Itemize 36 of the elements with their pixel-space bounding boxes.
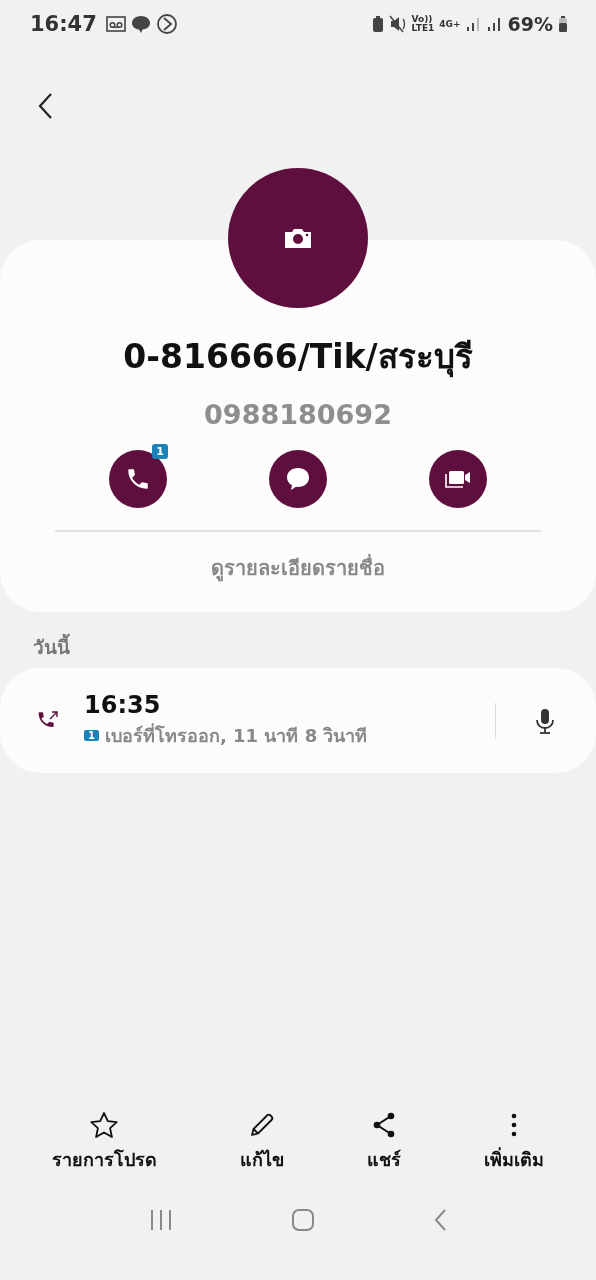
voicemail-icon	[105, 16, 126, 32]
call-time: 16:35	[84, 691, 162, 719]
chat-bubble-icon	[284, 465, 312, 493]
phone-icon	[125, 466, 151, 492]
network-label: 4G+	[439, 19, 461, 29]
edit-button[interactable]: แก้ไข	[239, 1111, 284, 1174]
chat-bubble-icon	[130, 14, 151, 34]
recent-apps-icon[interactable]	[149, 1209, 173, 1231]
signal-icon	[465, 16, 482, 32]
call-log-item[interactable]: 16:35 1 เบอร์ที่โทรออก, 11 นาที 8 วินาที	[0, 668, 596, 773]
call-description: เบอร์ที่โทรออก, 11 นาที 8 วินาที	[104, 722, 368, 748]
star-icon	[89, 1111, 120, 1139]
back-icon[interactable]	[37, 92, 53, 120]
phone-number: 0988180692	[204, 399, 392, 430]
status-time: 16:47	[30, 12, 97, 36]
battery-icon	[558, 15, 568, 33]
more-options-icon	[510, 1111, 519, 1139]
message-button[interactable]	[269, 450, 327, 508]
more-button[interactable]: เพิ่มเติม	[484, 1111, 545, 1174]
battery-saver-icon	[371, 15, 384, 33]
contact-name: 0-816666/Tik/สระบุรี	[123, 336, 473, 380]
lte-label: LTE1	[411, 24, 435, 33]
video-call-button[interactable]	[429, 450, 487, 508]
share-button[interactable]: แชร์	[367, 1111, 402, 1174]
favorite-button[interactable]: รายการโปรด	[51, 1111, 157, 1174]
volte-label: Vo))	[411, 15, 433, 24]
sim-badge: 1	[84, 730, 99, 741]
home-icon[interactable]	[291, 1208, 315, 1232]
battery-percent: 69%	[507, 13, 553, 35]
count-badge: 1	[152, 444, 168, 459]
signal-icon	[486, 16, 503, 32]
microphone-icon[interactable]	[534, 706, 556, 735]
play-circle-icon	[155, 13, 178, 35]
camera-icon[interactable]	[283, 227, 313, 249]
section-header: วันนี้	[0, 612, 596, 668]
mute-icon	[388, 15, 407, 33]
